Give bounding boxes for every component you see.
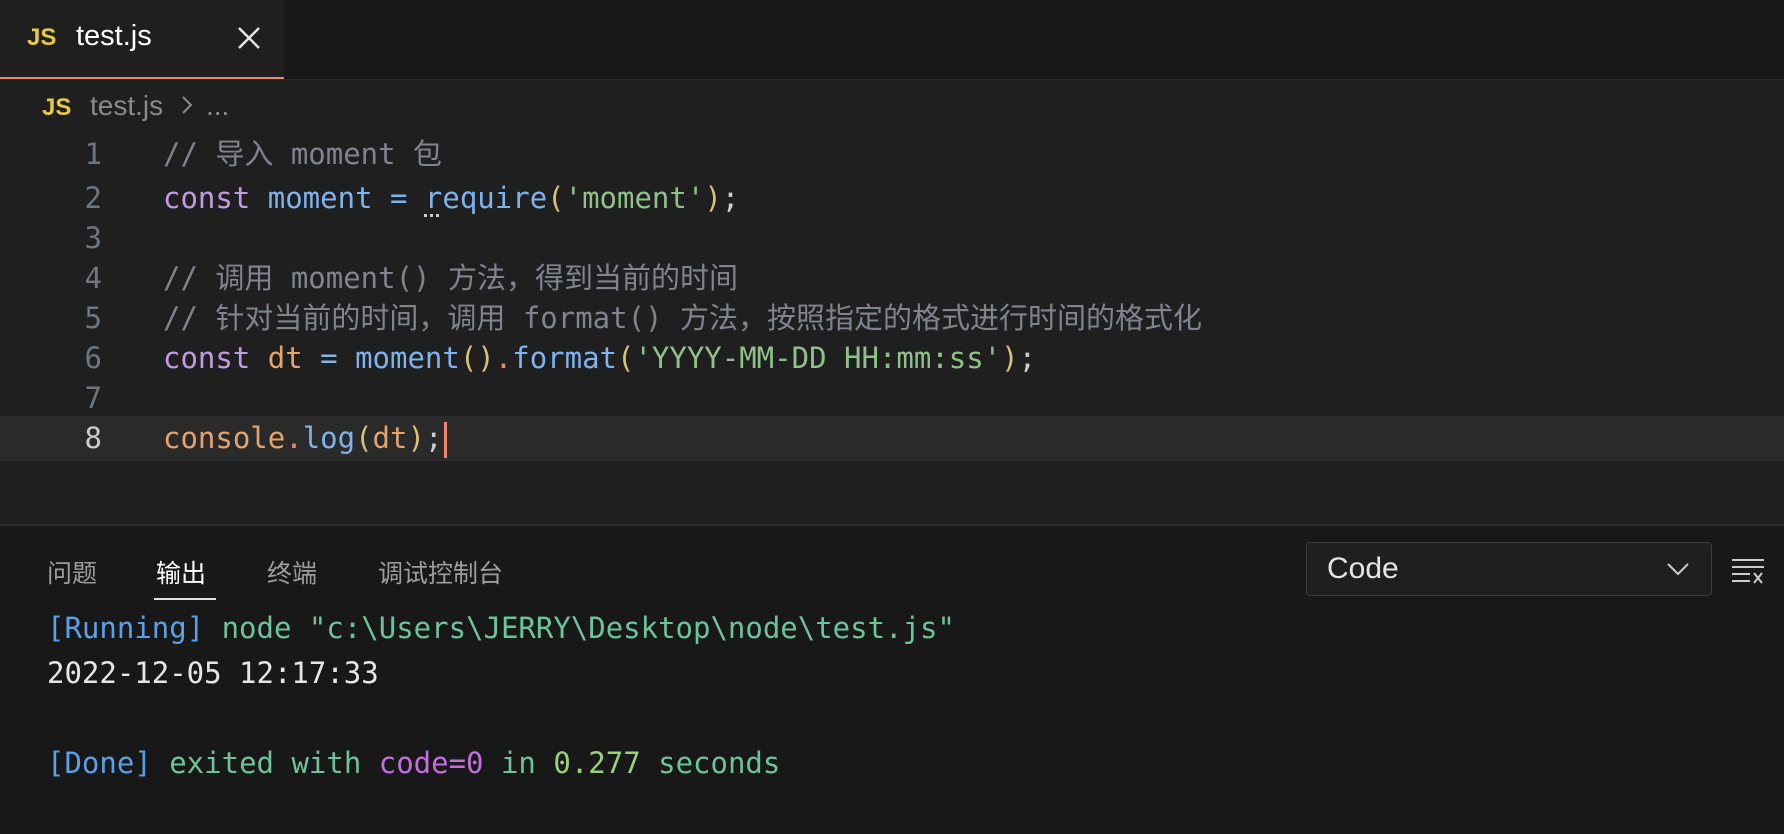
tab-output[interactable]: 输出 bbox=[156, 554, 206, 590]
code-token: equire bbox=[442, 181, 548, 215]
line-number: 1 bbox=[84, 137, 102, 171]
code-token: ; bbox=[424, 421, 443, 455]
code-line[interactable]: 4 // 调用 moment() 方法，得到当前的时间 bbox=[0, 256, 1784, 301]
line-number: 4 bbox=[84, 261, 102, 295]
text-cursor bbox=[444, 422, 448, 458]
code-token: = bbox=[372, 181, 425, 215]
code-line[interactable]: 8 console.log(dt); bbox=[0, 416, 1784, 461]
code-token: log bbox=[302, 421, 356, 455]
code-token: r bbox=[424, 181, 443, 215]
output-running-tag: [Running] bbox=[47, 611, 205, 645]
code-token: format bbox=[512, 341, 617, 375]
code-line[interactable]: 3 bbox=[0, 216, 1784, 261]
line-number: 7 bbox=[84, 381, 102, 415]
output-line-result: 2022-12-05 12:17:33 bbox=[47, 651, 379, 696]
code-token: 'moment' bbox=[564, 181, 705, 215]
code-line[interactable]: 1 // 导入 moment 包 bbox=[0, 132, 1784, 177]
code-content: // 调用 moment() 方法，得到当前的时间 bbox=[163, 256, 738, 301]
vscode-window: JS test.js JS test.js ... 1 // 导入 moment … bbox=[0, 0, 1784, 834]
code-token: () bbox=[459, 341, 495, 375]
code-token: ( bbox=[547, 181, 565, 215]
chevron-right-icon bbox=[182, 96, 193, 114]
code-token: ) bbox=[704, 181, 722, 215]
breadcrumb: JS test.js ... bbox=[0, 80, 1784, 136]
breadcrumb-symbols[interactable]: ... bbox=[206, 90, 229, 122]
code-token: = bbox=[302, 341, 356, 375]
output-running-command: node "c:\Users\JERRY\Desktop\node\test.j… bbox=[204, 611, 955, 645]
tab-terminal[interactable]: 终端 bbox=[267, 554, 317, 590]
editor-tab-bar: JS test.js bbox=[0, 0, 1784, 80]
code-token: // 针对当前的时间，调用 format() 方法，按照指定的格式进行时间的格式… bbox=[163, 301, 1202, 335]
code-content: console.log(dt); bbox=[163, 416, 448, 461]
code-token: const bbox=[163, 181, 268, 215]
close-icon[interactable] bbox=[234, 20, 264, 54]
line-number: 8 bbox=[84, 421, 102, 455]
code-content: // 针对当前的时间，调用 format() 方法，按照指定的格式进行时间的格式… bbox=[163, 296, 1202, 341]
line-number: 6 bbox=[84, 341, 102, 375]
tab-debug-console[interactable]: 调试控制台 bbox=[378, 554, 503, 590]
output-line-done: [Done] exited with code=0 in 0.277 secon… bbox=[47, 741, 780, 786]
code-token: ) bbox=[1001, 341, 1019, 375]
code-content: const moment = require('moment'); bbox=[163, 176, 739, 221]
output-done-text: seconds bbox=[640, 746, 781, 780]
code-token: ( bbox=[617, 341, 635, 375]
line-number: 5 bbox=[84, 301, 102, 335]
line-number: 3 bbox=[84, 221, 102, 255]
output-channel-select[interactable]: Code bbox=[1306, 542, 1712, 596]
output-channel-value: Code bbox=[1327, 552, 1399, 585]
code-token: moment bbox=[267, 181, 373, 215]
output-elapsed-time: 0.277 bbox=[553, 746, 641, 780]
editor-tab-test-js[interactable]: JS test.js bbox=[0, 0, 284, 79]
active-tab-indicator bbox=[154, 598, 216, 600]
code-token: . bbox=[285, 421, 303, 455]
code-token: 'YYYY-MM-DD HH:mm:ss' bbox=[634, 341, 1002, 375]
code-line[interactable]: 5 // 针对当前的时间，调用 format() 方法，按照指定的格式进行时间的格… bbox=[0, 296, 1784, 341]
code-token: ) bbox=[407, 421, 425, 455]
code-token: // 导入 moment 包 bbox=[163, 137, 443, 171]
code-token: ; bbox=[721, 181, 740, 215]
tab-problems[interactable]: 问题 bbox=[47, 554, 97, 590]
chevron-down-icon bbox=[1667, 563, 1689, 576]
code-token: . bbox=[494, 341, 513, 375]
output-exit-code: code=0 bbox=[378, 746, 484, 780]
line-number: 2 bbox=[84, 181, 102, 215]
code-token: // 调用 moment() 方法，得到当前的时间 bbox=[163, 261, 738, 295]
output-line-running: [Running] node "c:\Users\JERRY\Desktop\n… bbox=[47, 606, 955, 651]
code-token: console bbox=[163, 421, 286, 455]
code-token: moment bbox=[355, 341, 460, 375]
code-token: dt bbox=[372, 421, 408, 455]
clear-output-icon[interactable] bbox=[1730, 556, 1766, 586]
code-token: dt bbox=[267, 341, 303, 375]
tab-label: test.js bbox=[76, 20, 152, 52]
output-result: 2022-12-05 12:17:33 bbox=[47, 656, 379, 690]
code-content: // 导入 moment 包 bbox=[163, 132, 442, 177]
javascript-file-icon: JS bbox=[42, 94, 72, 121]
code-line[interactable]: 2 const moment = require('moment'); bbox=[0, 176, 1784, 221]
bottom-panel: 问题 输出 终端 调试控制台 Code [Running] node "c:\U… bbox=[0, 524, 1784, 834]
javascript-file-icon: JS bbox=[27, 24, 57, 51]
code-line[interactable]: 6 const dt = moment().format('YYYY-MM-DD … bbox=[0, 336, 1784, 381]
code-line[interactable]: 7 bbox=[0, 376, 1784, 421]
output-done-text: exited with bbox=[151, 746, 379, 780]
code-token: const bbox=[163, 341, 268, 375]
code-token: ; bbox=[1018, 341, 1037, 375]
output-done-tag: [Done] bbox=[47, 746, 152, 780]
code-content: const dt = moment().format('YYYY-MM-DD H… bbox=[163, 336, 1036, 381]
code-editor[interactable]: 1// 导入 moment 包 2 const moment = require('… bbox=[0, 136, 1784, 524]
output-done-text: in bbox=[483, 746, 554, 780]
code-token: ( bbox=[355, 421, 373, 455]
breadcrumb-file[interactable]: test.js bbox=[90, 90, 163, 122]
